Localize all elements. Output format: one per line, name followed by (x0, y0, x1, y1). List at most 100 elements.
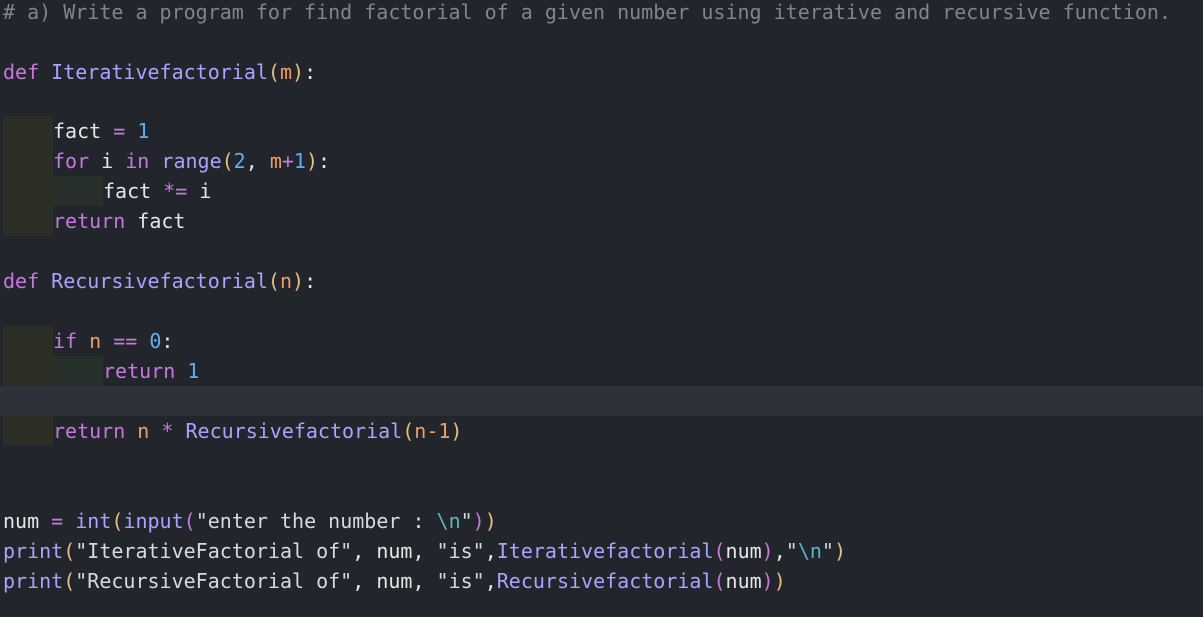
variable: i (101, 149, 114, 173)
builtin-print: print (3, 569, 64, 593)
code-line-print-iterative[interactable]: print("IterativeFactorial of", num, "is"… (0, 536, 1203, 566)
operator: = (113, 119, 126, 143)
code-line-return-one[interactable]: return 1 (0, 356, 1203, 386)
code-line-return-recursive[interactable]: return n * Recursivefactorial(n-1) (0, 416, 1203, 446)
argument: num (725, 569, 762, 593)
comma: , (352, 539, 365, 563)
parameter: n (89, 329, 102, 353)
keyword-def: def (3, 269, 40, 293)
code-tokens: for i in range(2, m+1): (53, 146, 330, 176)
code-tokens: fact = 1 (53, 116, 149, 146)
string-end: " (460, 509, 473, 533)
code-tokens: def Recursivefactorial(n): (3, 266, 316, 296)
parameter: n (137, 419, 150, 443)
open-paren: ( (402, 419, 415, 443)
comma: , (484, 569, 497, 593)
number: 0 (149, 329, 162, 353)
code-tokens: def Iterativefactorial(m): (3, 57, 316, 87)
comma: , (484, 539, 497, 563)
parameter: n (279, 269, 293, 293)
function-name: Recursivefactorial (51, 269, 268, 293)
string: "RecursiveFactorial of" (75, 569, 353, 593)
code-line-input[interactable]: num = int(input("enter the number : \n")… (0, 506, 1203, 536)
variable: fact (53, 119, 102, 143)
comma: , (245, 149, 258, 173)
string: "enter the number : (195, 509, 437, 533)
code-line-def-iterative[interactable]: def Iterativefactorial(m): (0, 57, 1203, 87)
variable: num (3, 509, 40, 533)
function-call: Iterativefactorial (496, 539, 714, 563)
open-paren: ( (63, 569, 76, 593)
number: 1 (187, 359, 200, 383)
number: 1 (293, 149, 306, 173)
code-line-def-recursive[interactable]: def Recursivefactorial(n): (0, 266, 1203, 296)
escape-sequence: \n (436, 509, 461, 533)
open-paren: ( (111, 509, 124, 533)
builtin-print: print (3, 539, 64, 563)
close-paren: ) (484, 509, 497, 533)
current-line-highlight (0, 386, 1203, 416)
string: "is" (436, 539, 485, 563)
keyword-return: return (103, 359, 176, 383)
comma: , (773, 539, 786, 563)
open-paren: ( (63, 539, 76, 563)
code-tokens: if n == 0: (53, 326, 173, 356)
code-editor[interactable]: # a) Write a program for find factorial … (0, 0, 1203, 617)
close-paren: ) (773, 569, 786, 593)
keyword-return: return (53, 419, 126, 443)
colon: : (304, 60, 317, 84)
comma: , (352, 569, 365, 593)
variable: num (376, 569, 413, 593)
code-line-fact-init[interactable]: fact = 1 (0, 116, 1203, 146)
close-paren: ) (305, 149, 318, 173)
operator: + (281, 149, 294, 173)
code-line-for[interactable]: for i in range(2, m+1): (0, 146, 1203, 176)
keyword-return: return (53, 209, 126, 233)
close-paren: ) (833, 539, 846, 563)
code-line-fact-mul[interactable]: fact *= i (0, 176, 1203, 206)
variable: num (376, 539, 413, 563)
close-paren: ) (761, 569, 774, 593)
keyword-in: in (125, 149, 150, 173)
operator: == (113, 329, 138, 353)
code-line-return-fact[interactable]: return fact (0, 206, 1203, 236)
operator: *= (163, 179, 188, 203)
code-line-comment[interactable]: # a) Write a program for find factorial … (0, 0, 1203, 27)
close-paren: ) (761, 539, 774, 563)
operator: * (161, 419, 174, 443)
code-tokens: fact *= i (103, 176, 211, 206)
open-paren: ( (713, 569, 726, 593)
string-end: " (821, 539, 834, 563)
colon: : (304, 269, 317, 293)
close-paren: ) (292, 60, 305, 84)
code-tokens: return fact (53, 206, 185, 236)
keyword-for: for (53, 149, 90, 173)
open-paren: ( (267, 269, 280, 293)
code-tokens: num = int(input("enter the number : \n")… (3, 506, 497, 536)
code-tokens: return 1 (103, 356, 199, 386)
code-line-if[interactable]: if n == 0: (0, 326, 1203, 356)
close-paren: ) (472, 509, 485, 533)
open-paren: ( (267, 60, 280, 84)
code-line-print-recursive[interactable]: print("RecursiveFactorial of", num, "is"… (0, 566, 1203, 596)
builtin-input: input (123, 509, 184, 533)
string: "IterativeFactorial of" (75, 539, 353, 563)
open-paren: ( (713, 539, 726, 563)
builtin-int: int (75, 509, 112, 533)
variable: fact (137, 209, 186, 233)
operator: = (51, 509, 64, 533)
comment-text: # a) Write a program for find factorial … (3, 0, 1171, 24)
number: 1 (137, 119, 150, 143)
builtin-range: range (161, 149, 222, 173)
code-tokens: print("RecursiveFactorial of", num, "is"… (3, 566, 786, 596)
close-paren: ) (450, 419, 463, 443)
open-paren: ( (183, 509, 196, 533)
open-paren: ( (221, 149, 234, 173)
argument: n-1 (414, 419, 451, 443)
number: 2 (233, 149, 246, 173)
string: "is" (436, 569, 485, 593)
parameter: m (279, 60, 293, 84)
close-paren: ) (292, 269, 305, 293)
code-tokens: print("IterativeFactorial of", num, "is"… (3, 536, 846, 566)
function-name: Iterativefactorial (51, 60, 268, 84)
